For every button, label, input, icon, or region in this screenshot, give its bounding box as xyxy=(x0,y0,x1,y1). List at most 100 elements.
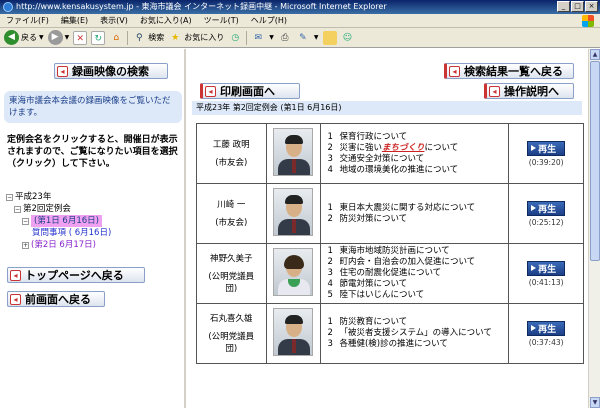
tree-session[interactable]: − 第2回定例会 xyxy=(6,203,182,215)
menu-tools[interactable]: ツール(T) xyxy=(204,15,239,26)
print-screen-label: 印刷画面へ xyxy=(220,85,275,98)
tree-day2-link[interactable]: (第2日 6月17日) xyxy=(31,239,96,251)
speaker-photo xyxy=(273,188,314,236)
play-label: 再生 xyxy=(538,324,557,335)
window-title: http://www.kensakusystem.jp - 東海市議会 インター… xyxy=(16,2,387,11)
speaker-name-cell: 川崎 一 (市友会) xyxy=(196,183,267,244)
speaker-name: 工藤 政明 xyxy=(212,139,250,150)
messenger-icon[interactable]: ☺ xyxy=(341,31,355,45)
play-button[interactable]: 再生 xyxy=(527,320,566,336)
mail-dropdown-icon[interactable]: ▼ xyxy=(269,34,274,41)
forward-button[interactable]: ▶ ▼ xyxy=(47,30,70,45)
topic-item: 1 東日本大震災に関する対応について xyxy=(327,203,502,214)
top-page-button[interactable]: ◂ トップページへ戻る xyxy=(7,267,145,283)
tree-day1-label[interactable]: (第1日 6月16日) xyxy=(31,215,102,227)
minimize-button[interactable]: _ xyxy=(557,1,570,12)
expand-icon[interactable]: + xyxy=(22,241,29,249)
scroll-up-icon[interactable]: ▲ xyxy=(590,49,600,60)
prev-page-button[interactable]: ◂ 前画面へ戻る xyxy=(7,291,105,307)
prev-page-label: 前画面へ戻る xyxy=(25,293,91,306)
play-button[interactable]: 再生 xyxy=(527,200,566,216)
history-icon[interactable]: ◷ xyxy=(228,31,242,45)
back-arrow-icon: ◀ xyxy=(4,30,19,45)
topic-number: 3 xyxy=(327,268,333,278)
speaker-play-cell: 再生 (0:37:43) xyxy=(508,303,584,364)
speaker-photo-cell xyxy=(265,123,322,184)
back-dropdown-icon[interactable]: ▼ xyxy=(39,34,44,41)
play-button[interactable]: 再生 xyxy=(527,140,566,156)
vertical-scrollbar[interactable]: ▲ ▼ xyxy=(588,49,600,408)
maximize-button[interactable]: □ xyxy=(571,1,584,12)
instructions-text: 定例会名をクリックすると、開催日が表示されますので、ご覧になりたい項目を選択（ク… xyxy=(7,135,178,169)
scrollbar-thumb[interactable] xyxy=(590,61,600,261)
topic-text: 「被災者支援システム」の導入について xyxy=(339,328,492,338)
favorites-button[interactable]: ★ お気に入り xyxy=(168,31,224,45)
topic-item: 1 保育行政について xyxy=(327,132,502,143)
tree-day1[interactable]: − (第1日 6月16日) xyxy=(6,215,182,227)
speaker-photo-cell xyxy=(265,183,322,244)
favorites-label: お気に入り xyxy=(184,33,225,42)
play-button[interactable]: 再生 xyxy=(527,260,566,276)
topic-number: 2 xyxy=(327,257,333,267)
collapse-icon[interactable]: − xyxy=(22,217,29,225)
tree-question-link[interactable]: 質問事項 ( 6月16日) xyxy=(32,227,111,239)
favorites-star-icon: ★ xyxy=(171,32,180,43)
help-button[interactable]: ◂ 操作説明へ xyxy=(484,83,574,99)
forward-arrow-icon: ▶ xyxy=(47,30,63,45)
topic-text: 住宅の耐震化促進について xyxy=(339,268,442,278)
help-label: 操作説明へ xyxy=(504,85,559,98)
results-list-button[interactable]: ◂ 検索結果一覧へ戻る xyxy=(444,63,574,79)
video-search-button[interactable]: ◂ 録画映像の検索 xyxy=(54,63,168,79)
close-button[interactable]: × xyxy=(585,1,598,12)
toolbar-separator xyxy=(246,30,248,45)
stop-icon[interactable]: ✕ xyxy=(73,30,88,45)
topic-text: 災害に強い xyxy=(339,142,382,153)
print-icon[interactable]: ⎙ xyxy=(278,31,292,45)
speaker-photo-cell xyxy=(265,243,322,304)
speaker-play-cell: 再生 (0:41:13) xyxy=(508,243,584,304)
scroll-down-icon[interactable]: ▼ xyxy=(590,397,600,408)
info-box: 東海市議会本会議の録画映像をご覧いただけます。 xyxy=(4,91,182,123)
menu-view[interactable]: 表示(V) xyxy=(100,15,128,26)
menu-edit[interactable]: 編集(E) xyxy=(61,15,88,26)
tree-day2[interactable]: + (第2日 6月17日) xyxy=(6,239,182,251)
menu-help[interactable]: ヘルプ(H) xyxy=(251,15,287,26)
topic-item: 1 東海市地域防災計画について xyxy=(327,246,502,257)
collapse-icon[interactable]: − xyxy=(6,193,13,201)
tree-question[interactable]: 質問事項 ( 6月16日) xyxy=(6,227,182,239)
toolbar-separator xyxy=(127,30,129,45)
print-screen-button[interactable]: ◂ 印刷画面へ xyxy=(200,83,300,99)
tree-year-label: 平成23年 xyxy=(15,192,52,202)
topic-text: 防災対策について xyxy=(339,213,408,224)
menu-file[interactable]: ファイル(F) xyxy=(6,15,49,26)
collapse-icon[interactable]: − xyxy=(14,205,21,213)
speaker-play-cell: 再生 (0:25:12) xyxy=(508,183,584,244)
topic-number: 5 xyxy=(327,290,333,300)
arrow-left-icon: ◂ xyxy=(205,85,216,97)
edit-icon[interactable]: ✎ xyxy=(296,31,310,45)
speaker-name: 神野久美子 xyxy=(210,253,253,264)
video-duration: (0:37:43) xyxy=(528,337,564,347)
home-icon[interactable]: ⌂ xyxy=(109,31,123,45)
speaker-row: 石丸喜久雄 (公明党議員団) 1 防災教育について 2 「被災者支援システム」の導入につい… xyxy=(196,303,584,364)
forward-dropdown-icon[interactable]: ▼ xyxy=(65,34,70,41)
speaker-row: 川崎 一 (市友会) 1 東日本大震災に関する対応について 2 防災対策について 再生 (0:… xyxy=(196,183,584,244)
back-button[interactable]: ◀ 戻る ▼ xyxy=(4,30,44,45)
menu-favorites[interactable]: お気に入り(A) xyxy=(140,15,192,26)
topic-item: 3 各種健(検)診の推進について xyxy=(327,339,502,350)
topic-item: 5 陸下はいじんについて xyxy=(327,290,502,301)
search-button[interactable]: ⚲ 検索 xyxy=(132,31,164,45)
tree-year[interactable]: − 平成23年 xyxy=(6,191,182,203)
play-icon xyxy=(531,325,537,331)
topic-number: 4 xyxy=(327,164,333,175)
refresh-icon[interactable]: ↻ xyxy=(91,30,106,45)
folder-icon[interactable] xyxy=(322,30,337,45)
menu-bar: ファイル(F) 編集(E) 表示(V) お気に入り(A) ツール(T) ヘルプ(… xyxy=(0,14,600,28)
mail-icon[interactable]: ✉ xyxy=(251,31,265,45)
speaker-topics-cell: 1 防災教育について 2 「被災者支援システム」の導入について 3 各種健(検)診の推進に… xyxy=(320,303,510,364)
speaker-play-cell: 再生 (0:39:20) xyxy=(508,123,584,184)
edit-dropdown-icon[interactable]: ▼ xyxy=(314,34,319,41)
topic-number: 2 xyxy=(327,328,333,338)
windows-logo-icon xyxy=(582,15,594,27)
speaker-photo xyxy=(273,308,314,356)
